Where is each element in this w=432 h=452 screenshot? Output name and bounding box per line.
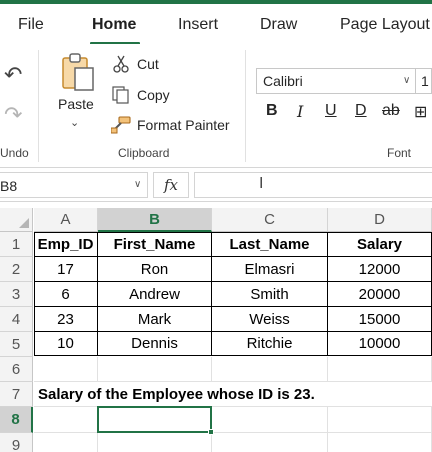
italic-button[interactable]: I [297, 102, 303, 121]
table-cell[interactable]: Dennis [98, 332, 212, 356]
empty-cell[interactable] [34, 433, 98, 452]
double-underline-button[interactable]: D [355, 102, 367, 120]
row-header-3[interactable]: 3 [0, 282, 33, 307]
font-group-label: Font [387, 146, 412, 160]
select-all-button[interactable] [0, 208, 33, 232]
format-painter-button[interactable]: Format Painter [111, 114, 230, 136]
underline-button[interactable]: U [325, 102, 337, 120]
paste-icon[interactable] [61, 52, 95, 97]
row-header-5[interactable]: 5 [0, 332, 33, 357]
worksheet-grid[interactable]: A B C D 1 2 3 4 5 6 7 8 9 Emp_ID First_N… [0, 208, 432, 452]
table-cell[interactable]: Ron [98, 257, 212, 282]
row-header-6[interactable]: 6 [0, 357, 33, 382]
table-cell[interactable]: Weiss [212, 307, 328, 332]
empty-cell[interactable] [34, 357, 98, 382]
empty-cell[interactable] [328, 357, 432, 382]
row-header-4[interactable]: 4 [0, 307, 33, 332]
chevron-down-icon[interactable]: ∨ [134, 179, 141, 190]
font-name-value: Calibri [263, 73, 303, 89]
table-cell[interactable]: Mark [98, 307, 212, 332]
paintbrush-icon [111, 116, 131, 134]
note-cell[interactable]: Salary of the Employee whose ID is 23. [34, 382, 432, 407]
table-cell[interactable]: 12000 [328, 257, 432, 282]
table-cell[interactable]: 23 [34, 307, 98, 332]
tab-draw[interactable]: Draw [260, 16, 297, 34]
strikethrough-button[interactable]: ab [382, 102, 400, 120]
tab-file[interactable]: File [18, 16, 44, 34]
clipboard-group-label: Clipboard [118, 146, 170, 160]
format-painter-label: Format Painter [137, 117, 230, 133]
borders-button[interactable]: ⊞ [414, 102, 427, 122]
paste-button[interactable]: Paste [58, 96, 94, 112]
table-cell[interactable]: Smith [212, 282, 328, 307]
table-cell[interactable]: Andrew [98, 282, 212, 307]
column-header-c[interactable]: C [212, 208, 328, 232]
formula-bar: B8 ∨ fx Ι [0, 168, 432, 202]
cut-label: Cut [137, 56, 159, 72]
empty-cell[interactable] [34, 407, 98, 433]
bold-button[interactable]: B [266, 102, 278, 120]
undo-icon[interactable]: ↶ [4, 62, 22, 88]
tab-home[interactable]: Home [92, 16, 136, 34]
group-divider [245, 50, 246, 162]
empty-cell[interactable] [98, 433, 212, 452]
ribbon: ↶ ↷ Undo Paste ⌄ Cut Copy Format Painter… [0, 44, 432, 168]
cut-button[interactable]: Cut [111, 53, 159, 75]
table-cell[interactable]: 20000 [328, 282, 432, 307]
empty-cell[interactable] [328, 407, 432, 433]
column-header-d[interactable]: D [328, 208, 432, 232]
formula-input[interactable]: Ι [194, 172, 432, 198]
insert-function-button[interactable]: fx [153, 172, 189, 198]
copy-label: Copy [137, 87, 170, 103]
table-cell[interactable]: Ritchie [212, 332, 328, 356]
row-header-2[interactable]: 2 [0, 257, 33, 282]
divider [415, 69, 416, 93]
empty-cell[interactable] [98, 357, 212, 382]
table-header-cell[interactable]: Emp_ID [34, 232, 98, 257]
copy-icon [111, 86, 131, 104]
table-header-cell[interactable]: Last_Name [212, 232, 328, 257]
table-cell[interactable]: 17 [34, 257, 98, 282]
row-header-8[interactable]: 8 [0, 407, 33, 433]
table-header-cell[interactable]: Salary [328, 232, 432, 257]
ribbon-tabs: File Home Insert Draw Page Layout [0, 4, 432, 45]
table-header-cell[interactable]: First_Name [98, 232, 212, 257]
undo-group-label: Undo [0, 146, 29, 160]
empty-cell[interactable] [212, 357, 328, 382]
empty-cell[interactable] [212, 433, 328, 452]
tab-page-layout[interactable]: Page Layout [340, 16, 430, 34]
table-cell[interactable]: 6 [34, 282, 98, 307]
fill-handle[interactable] [208, 429, 214, 435]
row-header-7[interactable]: 7 [0, 382, 33, 407]
text-cursor-icon: Ι [259, 175, 264, 192]
copy-button[interactable]: Copy [111, 84, 170, 106]
scissors-icon [111, 55, 131, 73]
row-header-1[interactable]: 1 [0, 232, 33, 257]
empty-cell[interactable] [328, 433, 432, 452]
selected-cell[interactable] [98, 407, 212, 433]
table-cell[interactable]: Elmasri [212, 257, 328, 282]
empty-cell[interactable] [212, 407, 328, 433]
column-header-b[interactable]: B [98, 208, 212, 232]
font-name-select[interactable]: Calibri ∨ 1 [256, 68, 432, 94]
table-cell[interactable]: 10 [34, 332, 98, 356]
select-all-icon [19, 218, 29, 228]
table-cell[interactable]: 10000 [328, 332, 432, 356]
group-divider [38, 50, 39, 162]
row-header-9[interactable]: 9 [0, 433, 33, 452]
chevron-down-icon[interactable]: ⌄ [70, 116, 79, 129]
redo-icon[interactable]: ↷ [4, 102, 22, 128]
name-box-value: B8 [0, 178, 18, 194]
table-cell[interactable]: 15000 [328, 307, 432, 332]
name-box[interactable]: B8 ∨ [0, 172, 148, 198]
chevron-down-icon[interactable]: ∨ [403, 75, 410, 86]
column-header-a[interactable]: A [34, 208, 98, 232]
tab-insert[interactable]: Insert [178, 16, 218, 34]
font-size-value[interactable]: 1 [421, 73, 429, 89]
